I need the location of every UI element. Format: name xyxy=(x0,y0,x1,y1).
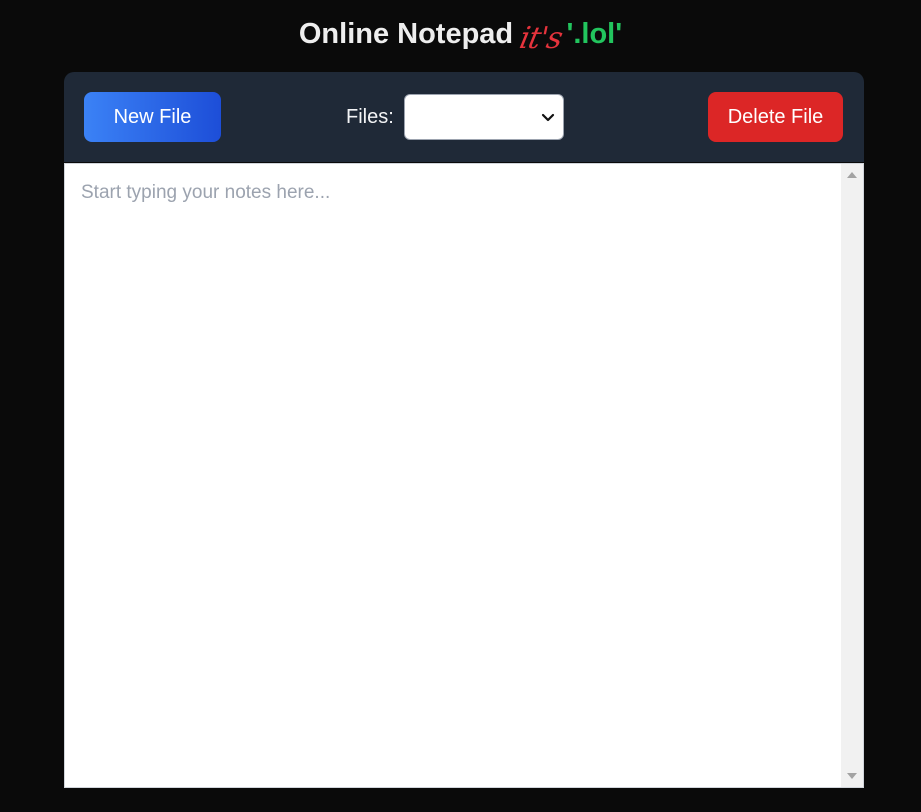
delete-file-button[interactable]: Delete File xyxy=(708,92,843,142)
chevron-down-icon xyxy=(541,113,554,122)
toolbar: New File Files: Delete File xyxy=(64,72,864,162)
page-title: Online Notepad it's '.lol' xyxy=(0,12,921,56)
new-file-button[interactable]: New File xyxy=(84,92,221,142)
title-accent: '.lol' xyxy=(566,17,623,50)
scroll-down-icon[interactable] xyxy=(847,773,857,779)
files-label: Files: xyxy=(346,105,394,128)
title-main: Online Notepad xyxy=(298,17,514,50)
notepad-page: Online Notepad it's '.lol' New File File… xyxy=(0,0,921,812)
files-group: Files: xyxy=(346,94,564,140)
notes-textarea[interactable] xyxy=(65,164,841,787)
files-select[interactable] xyxy=(403,94,564,140)
editor-scrollbar[interactable] xyxy=(841,164,863,787)
scroll-up-icon[interactable] xyxy=(847,172,857,178)
editor-container xyxy=(64,163,864,788)
title-script: it's xyxy=(516,20,566,56)
